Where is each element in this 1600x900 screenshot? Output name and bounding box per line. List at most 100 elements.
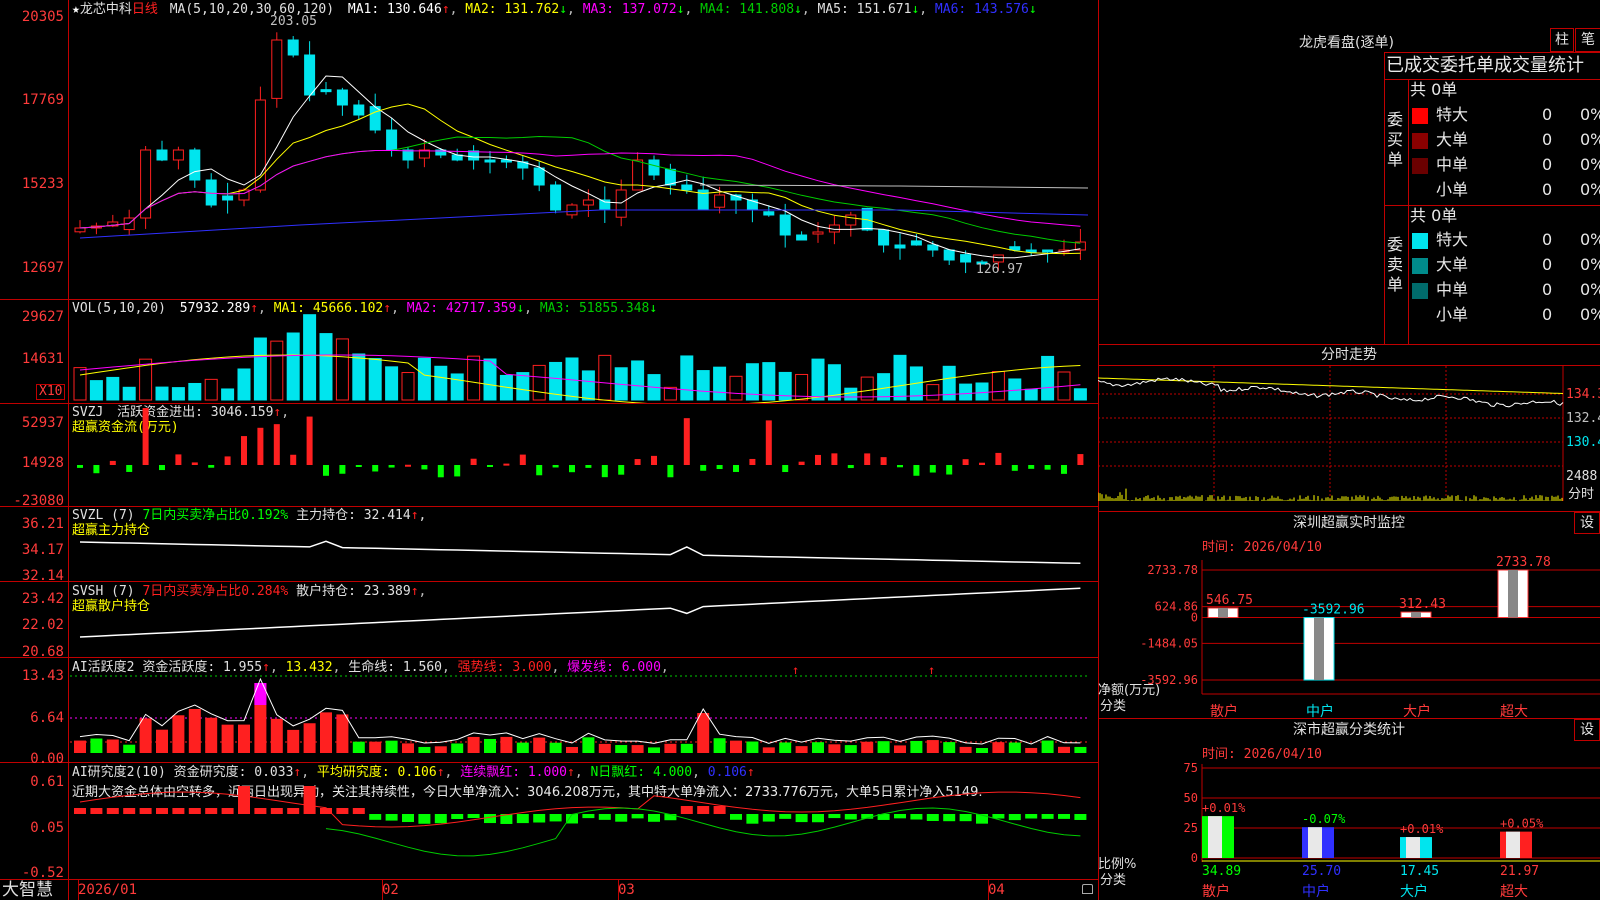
lock-icon[interactable]	[1082, 884, 1093, 894]
sz-class-change: +0.01%	[1202, 801, 1246, 815]
buy-row-name: 特大	[1436, 105, 1469, 124]
activity-bar	[123, 744, 136, 753]
svg-text:↑: ↑	[792, 663, 799, 677]
tick-mode-button[interactable]: 笔	[1575, 28, 1600, 52]
sz-monitor-value-label: 312.43	[1399, 597, 1446, 612]
activity-bar	[910, 740, 923, 753]
fund-flow-bar	[651, 455, 657, 465]
volume-bar	[713, 366, 727, 401]
candle	[1025, 249, 1037, 253]
fund-flow-bar	[208, 465, 215, 468]
activity-bar	[188, 708, 201, 753]
research-bar	[795, 814, 808, 823]
fund-flow-bar	[634, 459, 641, 465]
fund-flow-bar	[864, 453, 871, 465]
sell-row-pct: 0%	[1580, 230, 1600, 249]
activity-bar	[320, 712, 332, 753]
divider	[1098, 718, 1600, 719]
fund-flow-bar	[437, 465, 444, 478]
sz-monitor-settings-button[interactable]: 设	[1574, 512, 1600, 534]
volume-bar	[975, 382, 989, 401]
sell-row-qty: 0	[1542, 255, 1553, 274]
intraday-chart[interactable]: 134.3 132.4 130.4 2488 分时	[1098, 366, 1600, 511]
divider-xaxis	[0, 879, 1098, 880]
fund-flow-bar	[815, 454, 821, 465]
sz-class-ylabel: 比例%	[1098, 857, 1136, 872]
volume-bar	[1024, 388, 1038, 401]
ma-line	[699, 184, 1089, 189]
candle	[812, 231, 824, 235]
research-bar	[385, 814, 398, 821]
volume-bar	[122, 386, 136, 401]
activity-bar	[746, 741, 759, 753]
research-bar	[516, 814, 529, 824]
fund-flow-bar	[405, 464, 411, 467]
svg-text:↑: ↑	[928, 663, 935, 677]
divider	[1384, 52, 1600, 53]
research-bar	[598, 814, 611, 820]
fund-flow-bar	[765, 420, 772, 465]
candle	[878, 229, 890, 246]
fund-flow-bar	[470, 458, 477, 465]
candlestick-chart[interactable]: 203.05 126.97	[0, 0, 1098, 300]
volume-bar	[762, 362, 776, 401]
research-bar	[352, 808, 365, 814]
research-bar	[746, 814, 759, 824]
candle	[1042, 249, 1054, 253]
xaxis-label: 03	[618, 882, 635, 898]
volume-bar	[368, 358, 382, 401]
activity-bar	[90, 738, 103, 753]
activity-bar	[943, 742, 956, 753]
fund-flow-bar	[306, 416, 313, 465]
activity-bar	[894, 745, 906, 753]
buy-color-swatch	[1412, 183, 1428, 199]
buy-color-swatch	[1412, 108, 1428, 124]
volume-bar	[434, 365, 448, 401]
sz-class-category: 散户	[1202, 883, 1230, 900]
divider	[1098, 344, 1600, 345]
research-bar	[303, 786, 316, 814]
buy-row-name: 小单	[1436, 180, 1469, 199]
sz-class-value: 34.89	[1202, 864, 1241, 879]
research-bar	[779, 814, 792, 819]
activity-bar	[680, 743, 693, 753]
activity-bar	[418, 746, 431, 753]
volume-bar	[680, 355, 694, 401]
bar-mode-button[interactable]: 柱	[1550, 28, 1574, 52]
activity-bar	[730, 740, 742, 753]
volume-bar	[352, 353, 366, 401]
sz-monitor-ytick: -1484.05	[1140, 636, 1198, 650]
sz-monitor-bar-shade	[1508, 570, 1518, 618]
research-bar	[484, 814, 496, 824]
sz-monitor-bar-shade	[1314, 617, 1324, 680]
research-bar	[238, 786, 250, 814]
volume-bar	[303, 314, 317, 401]
intraday-ylabel: 130.4	[1566, 435, 1600, 450]
divider	[1408, 79, 1409, 344]
fund-flow-bar	[1061, 465, 1067, 474]
volume-bar	[991, 371, 1005, 401]
candle	[943, 249, 955, 261]
sell-color-swatch	[1412, 258, 1428, 274]
candle	[796, 234, 808, 241]
volume-bar	[417, 357, 431, 401]
activity-bar	[500, 736, 513, 753]
research-bar	[270, 808, 283, 814]
sz-class-change: +0.01%	[1400, 822, 1444, 836]
buy-row-pct: 0%	[1580, 155, 1600, 174]
buy-row-qty: 0	[1542, 105, 1553, 124]
volume-bar	[188, 382, 202, 401]
candle	[845, 214, 857, 226]
sz-class-settings-button[interactable]: 设	[1574, 719, 1600, 741]
research-bar	[566, 814, 578, 824]
activity-bar	[1074, 746, 1087, 753]
sell-row-qty: 0	[1542, 280, 1553, 299]
volume-bar	[171, 387, 185, 401]
activity-bar	[828, 744, 841, 753]
fund-flow-bar	[831, 453, 838, 465]
activity-bar	[861, 741, 874, 753]
research-bar	[762, 814, 775, 822]
fund-flow-bar	[782, 465, 789, 473]
research-bar	[1058, 814, 1070, 819]
sz-monitor-xlabel: 分类	[1100, 699, 1126, 714]
